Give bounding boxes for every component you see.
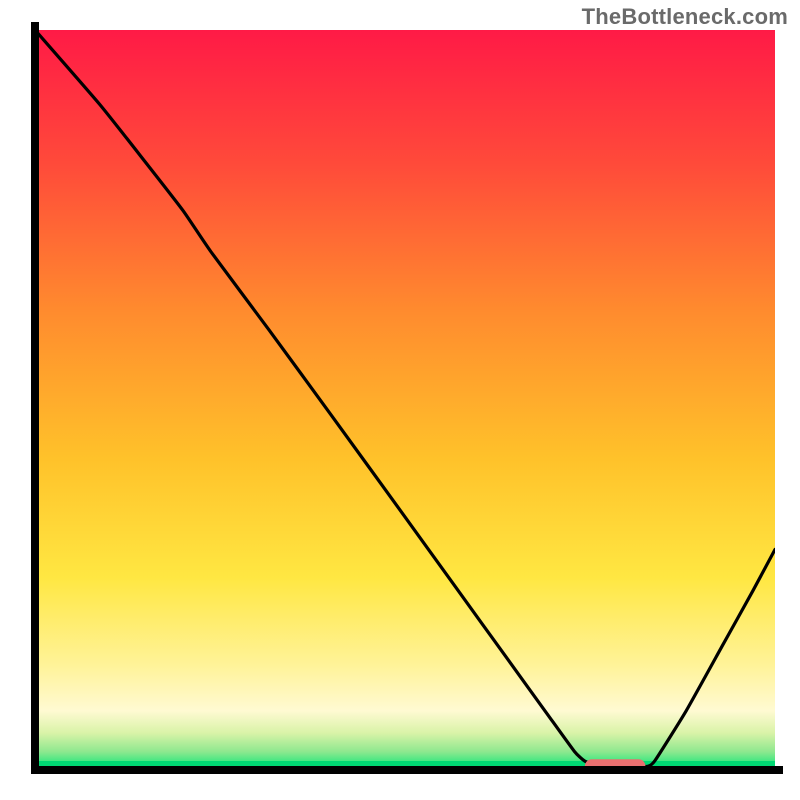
watermark-text: TheBottleneck.com (582, 4, 788, 30)
chart-stage: TheBottleneck.com (0, 0, 800, 800)
chart-svg (0, 0, 800, 800)
plot-background (35, 30, 775, 770)
